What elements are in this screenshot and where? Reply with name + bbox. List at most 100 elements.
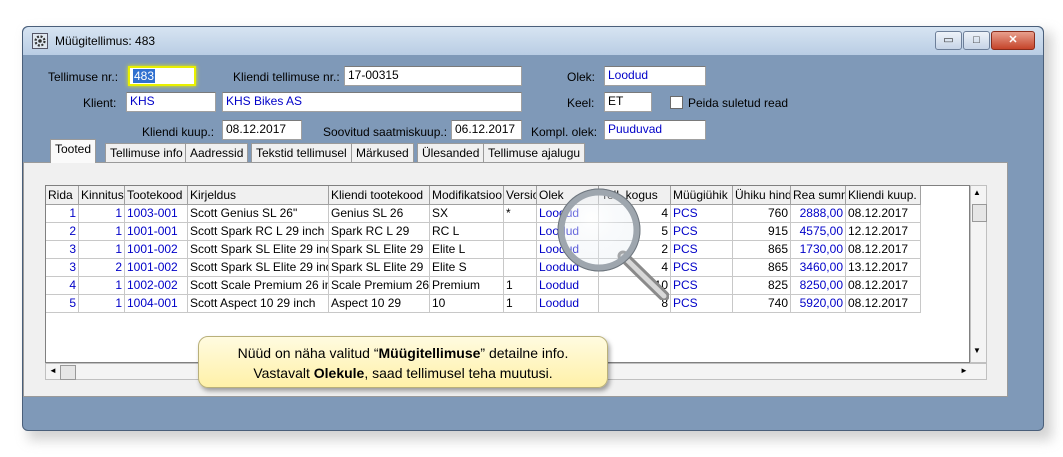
table-cell-col-muugiuhik[interactable]: PCS: [671, 295, 733, 313]
table-cell-col-modifikatsioon[interactable]: Elite S: [430, 259, 504, 277]
table-cell-col-uhiku-hind[interactable]: 760: [733, 205, 791, 223]
table-cell-col-modifikatsioon[interactable]: RC L: [430, 223, 504, 241]
table-cell-col-rida[interactable]: 5: [46, 295, 79, 313]
table-cell-col-tootekood[interactable]: 1004-001: [125, 295, 188, 313]
table-cell-col-kirjeldus[interactable]: Scott Spark SL Elite 29 inc: [188, 259, 329, 277]
header-col-kliendi-kuup[interactable]: Kliendi kuup.: [846, 186, 921, 205]
header-col-kinnitus[interactable]: Kinnitus: [79, 186, 125, 205]
table-cell-col-muugiuhik[interactable]: PCS: [671, 259, 733, 277]
order-no-field[interactable]: 483: [128, 66, 196, 86]
tab-tekstid-tellimusel[interactable]: Tekstid tellimusel: [251, 143, 352, 162]
table-cell-col-kliendi-kuup[interactable]: 08.12.2017: [846, 277, 921, 295]
header-col-rida[interactable]: Rida: [46, 186, 79, 205]
table-cell-col-versioon[interactable]: 1: [504, 295, 537, 313]
table-cell-col-rea-summa[interactable]: 8250,00: [791, 277, 846, 295]
table-cell-col-versioon[interactable]: [504, 223, 537, 241]
table-cell-col-kirjeldus[interactable]: Scott Scale Premium 26 inc: [188, 277, 329, 295]
table-cell-col-muugiuhik[interactable]: PCS: [671, 241, 733, 259]
table-cell-col-rea-summa[interactable]: 5920,00: [791, 295, 846, 313]
table-cell-col-kliendi-kuup[interactable]: 08.12.2017: [846, 205, 921, 223]
language-field[interactable]: ET: [604, 92, 652, 112]
table-cell-col-kliendi-kuup[interactable]: 08.12.2017: [846, 241, 921, 259]
table-cell-col-rida[interactable]: 2: [46, 223, 79, 241]
table-cell-col-kinnitus[interactable]: 1: [79, 295, 125, 313]
table-cell-col-kliendi-tootekood[interactable]: Aspect 10 29: [329, 295, 430, 313]
table-cell-col-muugiuhik[interactable]: PCS: [671, 277, 733, 295]
table-cell-col-tootekood[interactable]: 1001-002: [125, 259, 188, 277]
table-cell-col-kinnitus[interactable]: 1: [79, 205, 125, 223]
table-cell-col-rea-summa[interactable]: 4575,00: [791, 223, 846, 241]
table-cell-col-versioon[interactable]: 1: [504, 277, 537, 295]
tab-tellimuse-ajalugu[interactable]: Tellimuse ajalugu: [483, 143, 586, 162]
table-cell-col-kliendi-kuup[interactable]: 08.12.2017: [846, 295, 921, 313]
client-name-field[interactable]: KHS Bikes AS: [222, 92, 522, 112]
table-cell-col-tootekood[interactable]: 1003-001: [125, 205, 188, 223]
table-cell-col-kliendi-tootekood[interactable]: Scale Premium 26: [329, 277, 430, 295]
tab-markused[interactable]: Märkused: [351, 143, 414, 162]
vertical-scrollbar[interactable]: ▲ ▼: [970, 185, 987, 363]
table-cell-col-modifikatsioon[interactable]: Premium: [430, 277, 504, 295]
maximize-button[interactable]: □: [963, 31, 990, 50]
table-cell-col-uhiku-hind[interactable]: 740: [733, 295, 791, 313]
table-cell-col-rida[interactable]: 1: [46, 205, 79, 223]
table-cell-col-versioon[interactable]: [504, 259, 537, 277]
table-cell-col-kinnitus[interactable]: 1: [79, 241, 125, 259]
table-cell-col-muugiuhik[interactable]: PCS: [671, 205, 733, 223]
table-cell-col-versioon[interactable]: [504, 241, 537, 259]
desired-ship-field[interactable]: 06.12.2017: [451, 120, 522, 140]
tab-tooted[interactable]: Tooted: [50, 139, 97, 163]
table-cell-col-rea-summa[interactable]: 2888,00: [791, 205, 846, 223]
scroll-up-icon[interactable]: ▲: [973, 188, 981, 197]
table-cell-col-rida[interactable]: 4: [46, 277, 79, 295]
table-cell-col-kliendi-kuup[interactable]: 12.12.2017: [846, 223, 921, 241]
table-cell-col-kliendi-tootekood[interactable]: Spark SL Elite 29: [329, 241, 430, 259]
table-cell-col-kliendi-kuup[interactable]: 13.12.2017: [846, 259, 921, 277]
table-cell-col-uhiku-hind[interactable]: 825: [733, 277, 791, 295]
header-col-modifikatsioon[interactable]: Modifikatsioo: [430, 186, 504, 205]
header-col-kliendi-tootekood[interactable]: Kliendi tootekood: [329, 186, 430, 205]
title-bar[interactable]: Müügitellimus: 483 ▭ □ ✕: [23, 27, 1043, 55]
table-cell-col-modifikatsioon[interactable]: 10: [430, 295, 504, 313]
tab-aadressid[interactable]: Aadressid: [185, 143, 249, 162]
close-button[interactable]: ✕: [991, 31, 1035, 50]
table-cell-col-rea-summa[interactable]: 3460,00: [791, 259, 846, 277]
table-cell-col-kirjeldus[interactable]: Scott Genius SL 26": [188, 205, 329, 223]
table-cell-col-tootekood[interactable]: 1001-001: [125, 223, 188, 241]
client-date-field[interactable]: 08.12.2017: [222, 120, 302, 140]
compl-status-field[interactable]: Puuduvad: [604, 120, 706, 140]
table-cell-col-kirjeldus[interactable]: Scott Aspect 10 29 inch: [188, 295, 329, 313]
table-cell-col-rida[interactable]: 3: [46, 241, 79, 259]
table-cell-col-rea-summa[interactable]: 1730,00: [791, 241, 846, 259]
table-cell-col-kliendi-tootekood[interactable]: Spark SL Elite 29: [329, 259, 430, 277]
tab-ulesanded[interactable]: Ülesanded: [417, 143, 485, 162]
table-cell-col-kinnitus[interactable]: 1: [79, 223, 125, 241]
horizontal-scroll-thumb[interactable]: [60, 365, 76, 380]
table-cell-col-modifikatsioon[interactable]: Elite L: [430, 241, 504, 259]
table-cell-col-rida[interactable]: 3: [46, 259, 79, 277]
table-cell-col-kirjeldus[interactable]: Scott Spark RC L 29 inch: [188, 223, 329, 241]
table-cell-col-tootekood[interactable]: 1001-002: [125, 241, 188, 259]
header-col-rea-summa[interactable]: Rea summ: [791, 186, 846, 205]
hide-closed-checkbox[interactable]: [670, 96, 683, 109]
header-col-tootekood[interactable]: Tootekood: [125, 186, 188, 205]
vertical-scroll-thumb[interactable]: [972, 204, 987, 222]
table-cell-col-uhiku-hind[interactable]: 865: [733, 241, 791, 259]
customer-order-field[interactable]: 17-00315: [344, 66, 522, 86]
table-cell-col-modifikatsioon[interactable]: SX: [430, 205, 504, 223]
scroll-down-icon[interactable]: ▼: [973, 346, 981, 355]
status-field[interactable]: Loodud: [604, 66, 706, 86]
header-col-muugiuhik[interactable]: Müügiühik: [671, 186, 733, 205]
minimize-button[interactable]: ▭: [935, 31, 962, 50]
table-cell-col-uhiku-hind[interactable]: 865: [733, 259, 791, 277]
scroll-right-icon[interactable]: ►: [960, 366, 968, 375]
header-col-versioon[interactable]: Versioon: [504, 186, 537, 205]
table-cell-col-muugiuhik[interactable]: PCS: [671, 223, 733, 241]
table-cell-col-tootekood[interactable]: 1002-002: [125, 277, 188, 295]
header-col-uhiku-hind[interactable]: Ühiku hind: [733, 186, 791, 205]
tab-tellimuse-info[interactable]: Tellimuse info: [105, 143, 188, 162]
client-code-field[interactable]: KHS: [126, 92, 216, 112]
scroll-left-icon[interactable]: ◄: [49, 366, 57, 375]
table-cell-col-kliendi-tootekood[interactable]: Genius SL 26: [329, 205, 430, 223]
header-col-kirjeldus[interactable]: Kirjeldus: [188, 186, 329, 205]
table-cell-col-kinnitus[interactable]: 1: [79, 277, 125, 295]
